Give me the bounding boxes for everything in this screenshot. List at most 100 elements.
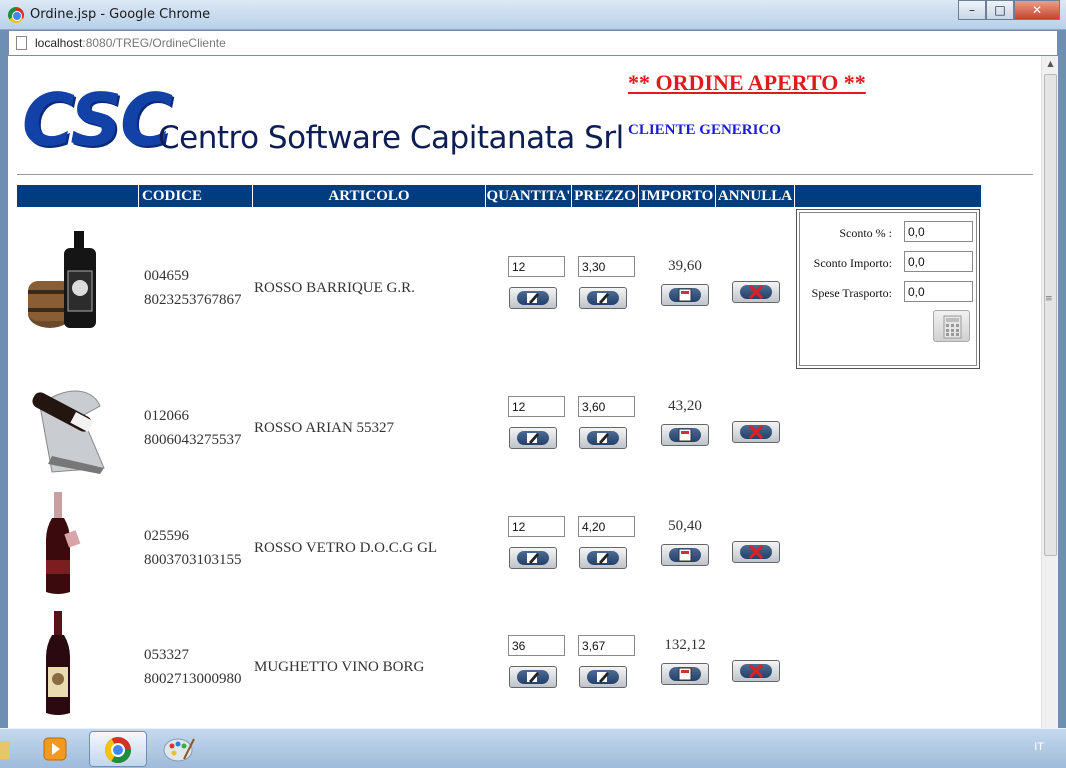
client-name: CLIENTE GENERICO <box>628 122 781 138</box>
scroll-up-icon[interactable]: ▲ <box>1042 56 1058 72</box>
pencil-icon <box>597 293 609 304</box>
product-code: 012066 <box>144 408 189 424</box>
edit-price-button[interactable] <box>579 287 627 309</box>
header-divider <box>17 174 1033 175</box>
folder-icon <box>0 741 10 759</box>
price-input[interactable] <box>578 396 635 417</box>
delete-x-icon <box>748 285 764 299</box>
delete-x-icon <box>748 425 764 439</box>
shipping-cost-input[interactable] <box>904 281 973 302</box>
product-article: ROSSO ARIAN 55327 <box>254 420 395 436</box>
chrome-icon <box>8 7 24 23</box>
product-article: ROSSO BARRIQUE G.R. <box>254 280 415 296</box>
recalculate-button[interactable] <box>661 424 709 446</box>
quantity-input[interactable] <box>508 256 565 277</box>
pencil-icon <box>527 293 539 304</box>
shipping-cost-label: Spese Trasporto: <box>811 286 892 300</box>
windows-taskbar: IT <box>0 728 1066 768</box>
pencil-icon <box>597 433 609 444</box>
discount-percent-input[interactable] <box>904 221 973 242</box>
column-header-spacer <box>795 185 981 207</box>
calculate-totals-button[interactable] <box>933 310 970 342</box>
column-header-article: ARTICOLO <box>253 185 485 207</box>
calculator-icon <box>678 428 692 442</box>
edit-price-button[interactable] <box>579 427 627 449</box>
pencil-icon <box>527 433 539 444</box>
product-code: 004659 <box>144 268 189 284</box>
quantity-input[interactable] <box>508 396 565 417</box>
quantity-input[interactable] <box>508 516 565 537</box>
vertical-scrollbar[interactable]: ▲ ≡ <box>1041 56 1058 728</box>
delete-row-button[interactable] <box>732 421 780 443</box>
edit-price-button[interactable] <box>579 547 627 569</box>
taskbar-item-explorer[interactable] <box>0 731 12 767</box>
calculator-icon <box>678 548 692 562</box>
paint-palette-icon <box>163 738 195 762</box>
delete-row-button[interactable] <box>732 660 780 682</box>
calculator-icon <box>678 667 692 681</box>
media-player-icon <box>43 737 67 761</box>
delete-row-button[interactable] <box>732 281 780 303</box>
window-title: Ordine.jsp - Google Chrome <box>30 7 211 22</box>
price-input[interactable] <box>578 635 635 656</box>
taskbar-item-chrome[interactable] <box>89 731 147 767</box>
edit-quantity-button[interactable] <box>509 547 557 569</box>
page-icon <box>16 36 27 50</box>
recalculate-button[interactable] <box>661 284 709 306</box>
row-amount: 43,20 <box>668 398 702 414</box>
price-input[interactable] <box>578 256 635 277</box>
language-indicator[interactable]: IT <box>1034 741 1044 753</box>
url-text: localhost:8080/TREG/OrdineCliente <box>35 36 226 50</box>
scrollbar-grip-icon: ≡ <box>1045 294 1053 304</box>
minimize-button[interactable]: – <box>958 0 986 20</box>
column-header-image <box>17 185 138 207</box>
scrollbar-thumb[interactable] <box>1044 74 1057 556</box>
company-logo: CSC <box>22 78 173 162</box>
column-header-amount: IMPORTO <box>639 185 715 207</box>
edit-price-button[interactable] <box>579 666 627 688</box>
recalculate-button[interactable] <box>661 663 709 685</box>
product-barcode: 8002713000980 <box>144 671 242 687</box>
taskbar-item-media-player[interactable] <box>28 731 86 767</box>
column-header-quantity: QUANTITA' <box>486 185 571 207</box>
pencil-icon <box>597 672 609 683</box>
taskbar-item-paint[interactable] <box>150 731 208 767</box>
product-barcode: 8023253767867 <box>144 292 242 308</box>
url-path: :8080/TREG/OrdineCliente <box>82 36 226 50</box>
pencil-icon <box>597 553 609 564</box>
calculator-icon <box>678 288 692 302</box>
calculator-icon <box>943 315 962 339</box>
price-input[interactable] <box>578 516 635 537</box>
delete-row-button[interactable] <box>732 541 780 563</box>
company-name: Centro Software Capitanata Srl <box>158 120 624 156</box>
product-image <box>28 231 96 328</box>
table-row: 053327 8002713000980 MUGHETTO VINO BORG … <box>8 595 798 715</box>
column-header-cancel: ANNULLA <box>716 185 794 207</box>
product-code: 025596 <box>144 528 189 544</box>
table-row: 012066 8006043275537 ROSSO ARIAN 55327 4… <box>8 356 798 476</box>
product-image <box>46 492 81 594</box>
product-barcode: 8003703103155 <box>144 552 242 568</box>
product-image <box>46 611 70 715</box>
close-button[interactable]: ✕ <box>1014 0 1060 20</box>
table-row: 025596 8003703103155 ROSSO VETRO D.O.C.G… <box>8 476 798 596</box>
product-barcode: 8006043275537 <box>144 432 242 448</box>
row-amount: 50,40 <box>668 518 702 534</box>
chrome-icon <box>104 737 132 764</box>
edit-quantity-button[interactable] <box>509 427 557 449</box>
delete-x-icon <box>748 545 764 559</box>
recalculate-button[interactable] <box>661 544 709 566</box>
discount-percent-label: Sconto % : <box>839 226 892 240</box>
edit-quantity-button[interactable] <box>509 666 557 688</box>
order-status: ** ORDINE APERTO ** <box>628 70 866 95</box>
window-titlebar: Ordine.jsp - Google Chrome – □ ✕ <box>0 0 1066 30</box>
quantity-input[interactable] <box>508 635 565 656</box>
maximize-button[interactable]: □ <box>986 0 1014 20</box>
discount-amount-input[interactable] <box>904 251 973 272</box>
discount-panel-inner: Sconto % : Sconto Importo: Spese Traspor… <box>799 212 977 366</box>
edit-quantity-button[interactable] <box>509 287 557 309</box>
address-bar[interactable]: localhost:8080/TREG/OrdineCliente <box>8 30 1058 56</box>
row-amount: 132,12 <box>664 637 706 653</box>
product-article: MUGHETTO VINO BORG <box>254 659 425 675</box>
product-code: 053327 <box>144 647 189 663</box>
